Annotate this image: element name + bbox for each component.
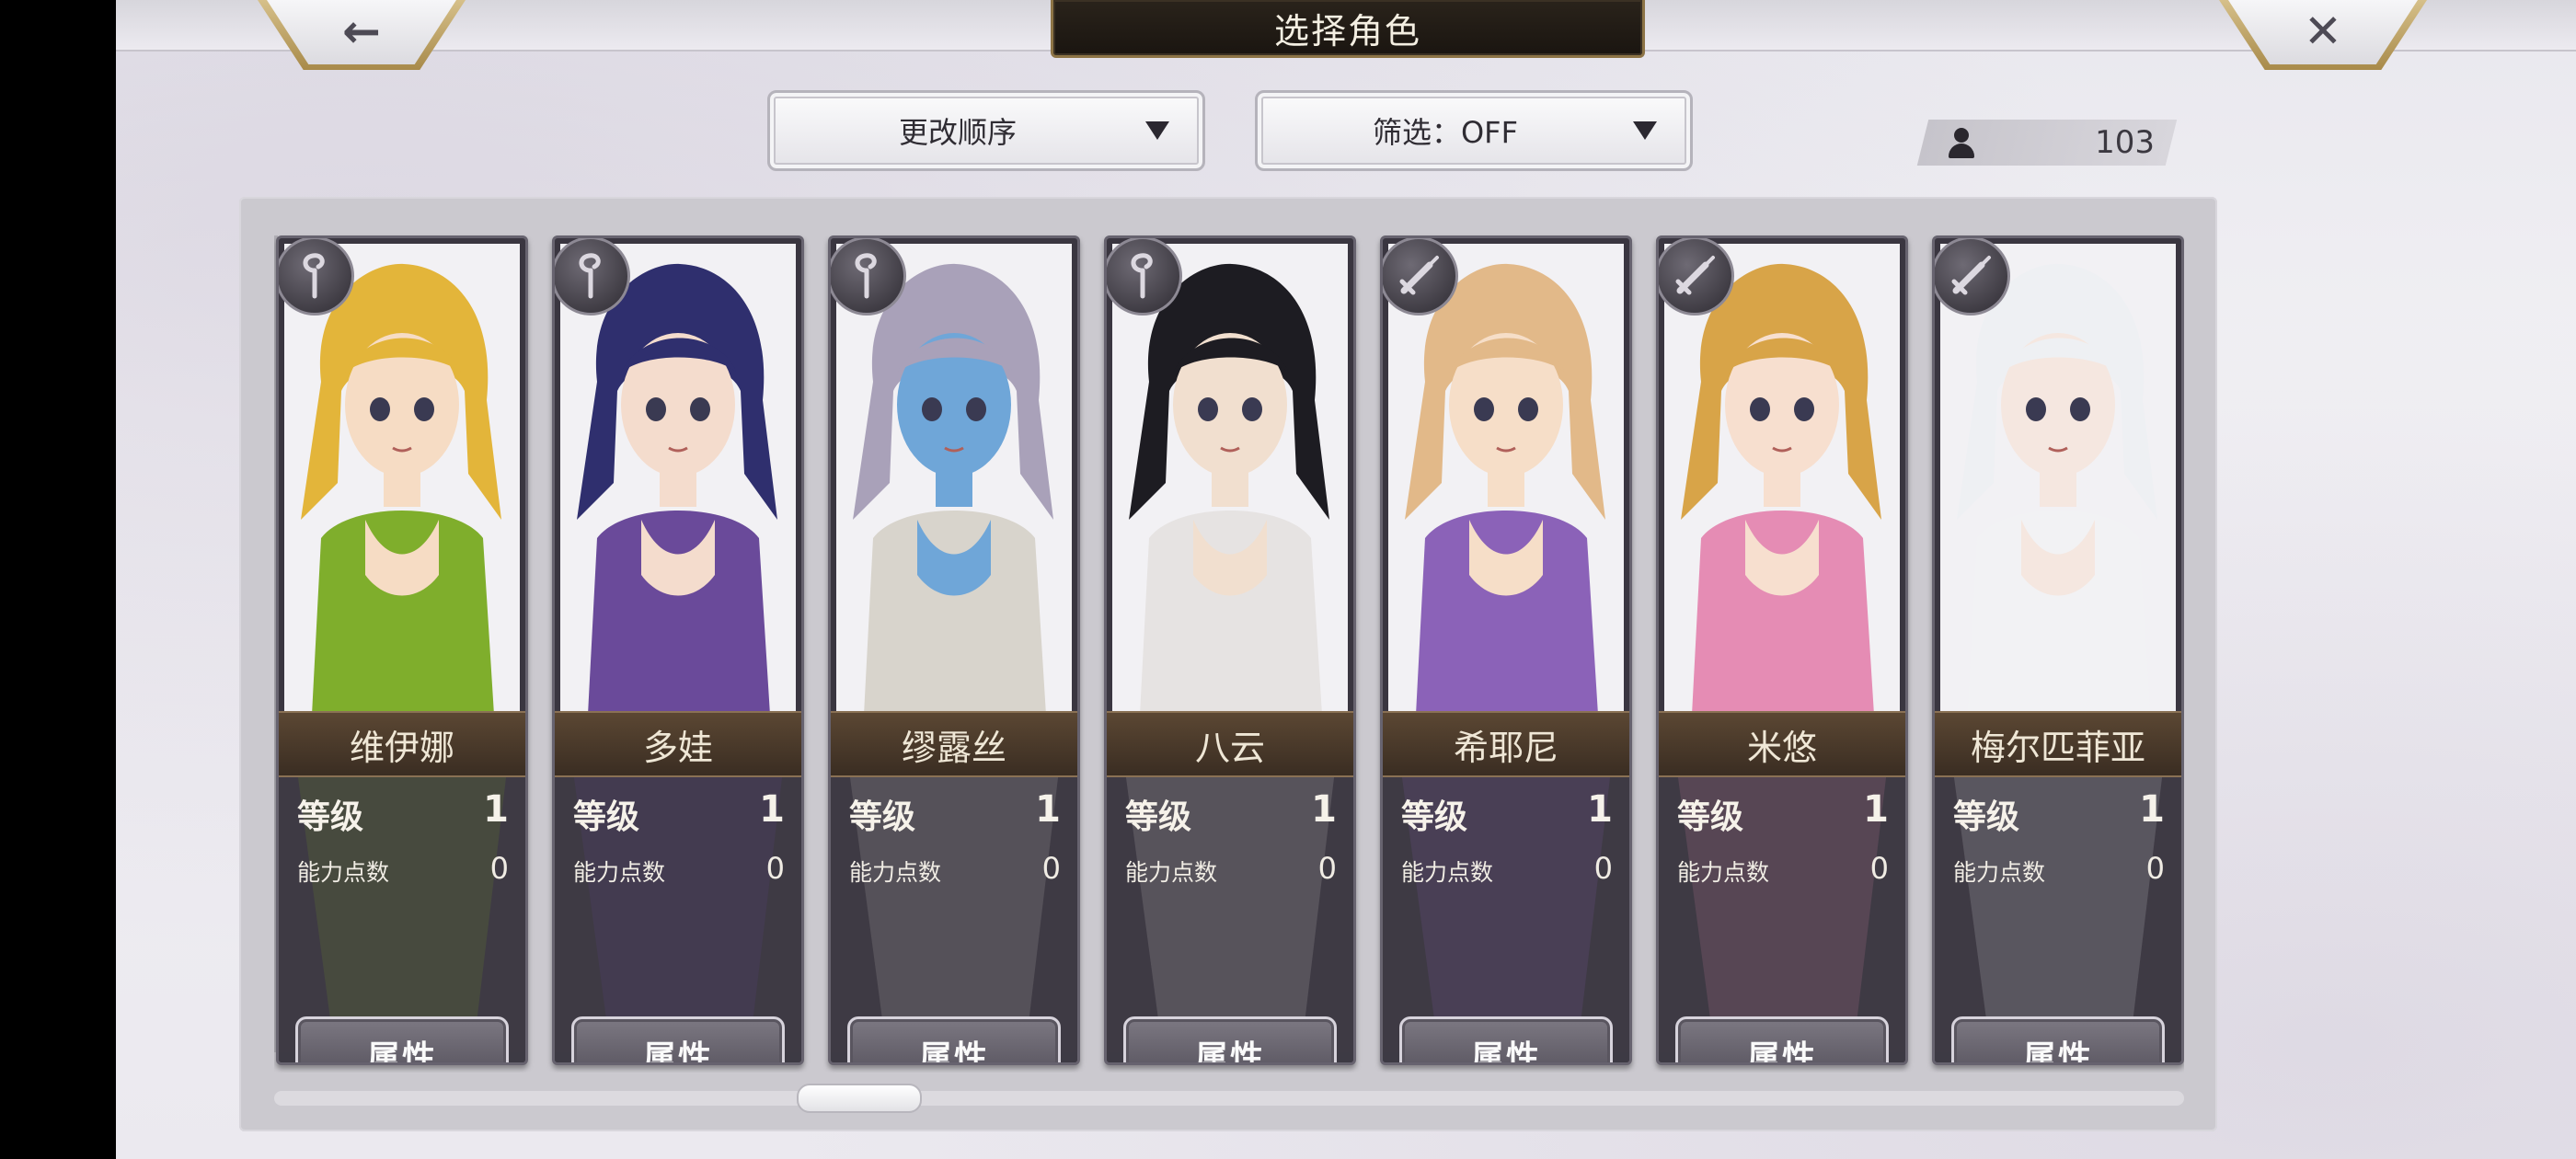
- character-card[interactable]: 维伊娜 等级 1 能力点数 0 属性: [276, 235, 528, 1065]
- character-name-bar: 多娃: [555, 711, 801, 777]
- chevron-down-icon: [1633, 121, 1657, 140]
- attributes-button[interactable]: 属性: [295, 1016, 509, 1065]
- staff-icon: [555, 238, 630, 316]
- character-name-bar: 梅尔匹菲亚: [1935, 711, 2181, 777]
- character-stats: 等级 1 能力点数 0 属性: [1107, 777, 1353, 1062]
- character-name: 多娃: [642, 727, 713, 768]
- character-name: 维伊娜: [349, 727, 454, 768]
- ability-points-label: 能力点数: [573, 859, 666, 886]
- character-count: 103: [1936, 120, 2166, 166]
- level-label: 等级: [1677, 798, 1744, 836]
- character-stats: 等级 1 能力点数 0 属性: [831, 777, 1077, 1062]
- character-name: 八云: [1194, 727, 1265, 768]
- level-value: 1: [2139, 788, 2165, 831]
- attributes-button[interactable]: 属性: [1675, 1016, 1889, 1065]
- character-card[interactable]: 八云 等级 1 能力点数 0 属性: [1104, 235, 1356, 1065]
- level-value: 1: [1311, 788, 1337, 831]
- attributes-button[interactable]: 属性: [1123, 1016, 1337, 1065]
- attributes-button-label: 属性: [642, 1039, 713, 1065]
- character-name: 米悠: [1746, 727, 1817, 768]
- chevron-down-icon: [1145, 121, 1169, 140]
- level-label: 等级: [1953, 798, 2020, 836]
- sort-order-label: 更改顺序: [898, 115, 1017, 150]
- attributes-button[interactable]: 属性: [1951, 1016, 2165, 1065]
- staff-icon: [1107, 238, 1182, 316]
- ability-points-value: 0: [1869, 851, 1889, 886]
- level-value: 1: [1035, 788, 1061, 831]
- character-name-bar: 米悠: [1659, 711, 1905, 777]
- character-stats: 等级 1 能力点数 0 属性: [555, 777, 801, 1062]
- close-icon: ✕: [2304, 5, 2342, 58]
- person-icon: [1945, 126, 1978, 159]
- horizontal-scrollbar[interactable]: [274, 1091, 2184, 1106]
- attributes-button[interactable]: 属性: [1399, 1016, 1613, 1065]
- level-label: 等级: [849, 798, 916, 836]
- staff-icon: [831, 238, 906, 316]
- character-stats: 等级 1 能力点数 0 属性: [1935, 777, 2181, 1062]
- ability-points-label: 能力点数: [1125, 859, 1218, 886]
- title-plate: 选择角色: [1051, 0, 1645, 58]
- ability-points-label: 能力点数: [1953, 859, 2046, 886]
- character-name: 希耶尼: [1453, 727, 1558, 768]
- attributes-button[interactable]: 属性: [847, 1016, 1061, 1065]
- ability-points-value: 0: [489, 851, 509, 886]
- level-label: 等级: [1125, 798, 1192, 836]
- level-label: 等级: [297, 798, 364, 836]
- ability-points-value: 0: [1041, 851, 1061, 886]
- attributes-button-label: 属性: [1746, 1039, 1817, 1065]
- filter-dropdown[interactable]: 筛选：OFF: [1255, 90, 1693, 171]
- character-card[interactable]: 希耶尼 等级 1 能力点数 0 属性: [1380, 235, 1632, 1065]
- close-button[interactable]: ✕: [2219, 0, 2427, 70]
- attributes-button-label: 属性: [366, 1039, 437, 1065]
- sword-icon: [1659, 238, 1734, 316]
- ability-points-value: 0: [765, 851, 785, 886]
- character-name-bar: 缪露丝: [831, 711, 1077, 777]
- filter-label: 筛选：OFF: [1372, 115, 1518, 150]
- character-card[interactable]: 缪露丝 等级 1 能力点数 0 属性: [828, 235, 1080, 1065]
- level-value: 1: [1587, 788, 1613, 831]
- attributes-button-label: 属性: [918, 1039, 989, 1065]
- character-stats: 等级 1 能力点数 0 属性: [279, 777, 525, 1062]
- attributes-button-label: 属性: [1194, 1039, 1265, 1065]
- character-name: 缪露丝: [901, 727, 1006, 768]
- character-name-bar: 八云: [1107, 711, 1353, 777]
- level-value: 1: [483, 788, 509, 831]
- sword-icon: [1383, 238, 1458, 316]
- character-name-bar: 维伊娜: [279, 711, 525, 777]
- character-name: 梅尔匹菲亚: [1970, 727, 2145, 768]
- level-label: 等级: [1401, 798, 1468, 836]
- ability-points-label: 能力点数: [1677, 859, 1770, 886]
- ability-points-label: 能力点数: [297, 859, 390, 886]
- level-label: 等级: [573, 798, 640, 836]
- sword-icon: [1935, 238, 2010, 316]
- back-button[interactable]: ←: [258, 0, 466, 70]
- ability-points-label: 能力点数: [849, 859, 942, 886]
- scrollbar-thumb[interactable]: [797, 1084, 922, 1113]
- ability-points-value: 0: [1593, 851, 1613, 886]
- page-title: 选择角色: [1273, 10, 1421, 52]
- back-arrow-icon: ←: [342, 5, 381, 58]
- attributes-button-label: 属性: [1470, 1039, 1541, 1065]
- ability-points-value: 0: [2145, 851, 2165, 886]
- character-card[interactable]: 梅尔匹菲亚 等级 1 能力点数 0 属性: [1932, 235, 2184, 1065]
- character-stats: 等级 1 能力点数 0 属性: [1659, 777, 1905, 1062]
- character-card[interactable]: 米悠 等级 1 能力点数 0 属性: [1656, 235, 1908, 1065]
- ability-points-label: 能力点数: [1401, 859, 1494, 886]
- level-value: 1: [1863, 788, 1889, 831]
- character-name-bar: 希耶尼: [1383, 711, 1629, 777]
- character-card[interactable]: 多娃 等级 1 能力点数 0 属性: [552, 235, 804, 1065]
- attributes-button-label: 属性: [2022, 1039, 2093, 1065]
- character-count-value: 103: [2095, 124, 2155, 161]
- ability-points-value: 0: [1317, 851, 1337, 886]
- character-card-list[interactable]: 维伊娜 等级 1 能力点数 0 属性 多娃 等级 1 能力点数 0 属性 缪露丝…: [274, 217, 2184, 1073]
- staff-icon: [279, 238, 354, 316]
- level-value: 1: [759, 788, 785, 831]
- sort-order-dropdown[interactable]: 更改顺序: [767, 90, 1205, 171]
- attributes-button[interactable]: 属性: [571, 1016, 785, 1065]
- character-stats: 等级 1 能力点数 0 属性: [1383, 777, 1629, 1062]
